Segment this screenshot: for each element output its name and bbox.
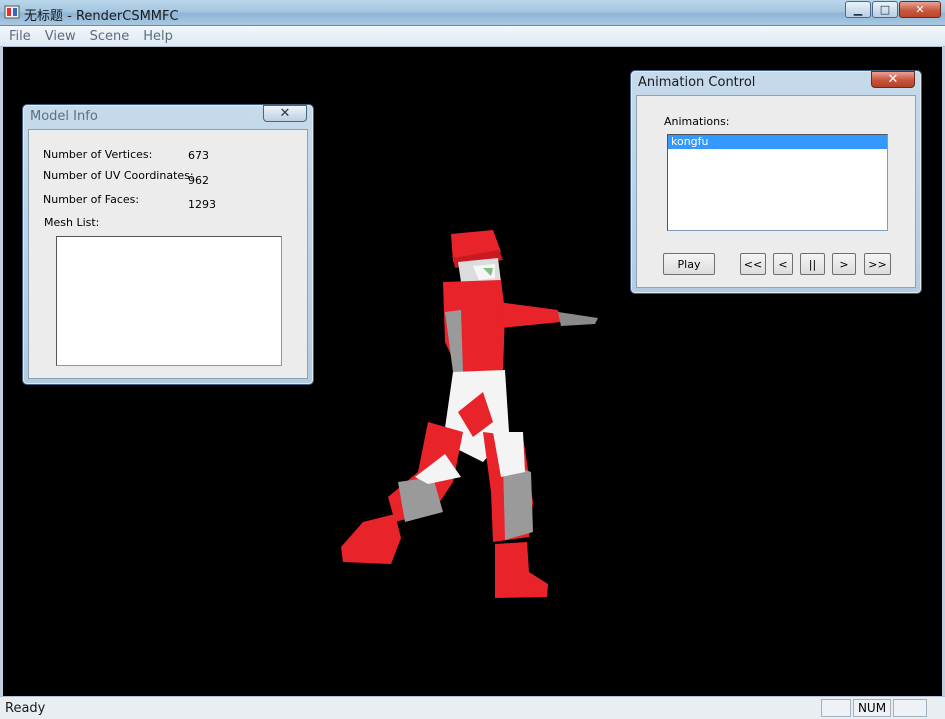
status-bar: Ready NUM xyxy=(0,696,945,719)
menu-scene[interactable]: Scene xyxy=(83,29,137,44)
mesh-list[interactable] xyxy=(56,236,282,366)
menu-view[interactable]: View xyxy=(38,29,83,44)
animation-item-kongfu[interactable]: kongfu xyxy=(668,135,887,149)
model-info-title: Model Info xyxy=(30,109,98,124)
animation-control-close-button[interactable]: ✕ xyxy=(871,71,915,88)
first-frame-button[interactable]: << xyxy=(740,253,766,275)
status-pane-num: NUM xyxy=(853,699,891,717)
uv-coordinates-label: Number of UV Coordinates: xyxy=(43,169,194,182)
faces-value: 1293 xyxy=(188,198,216,211)
status-pane-caps xyxy=(821,699,851,717)
previous-frame-button[interactable]: < xyxy=(773,253,793,275)
play-button[interactable]: Play xyxy=(663,253,715,275)
animations-list[interactable]: kongfu xyxy=(667,134,888,231)
maximize-button[interactable]: □ xyxy=(872,1,898,18)
status-text: Ready xyxy=(5,701,46,716)
mesh-list-label: Mesh List: xyxy=(44,216,100,229)
character-model xyxy=(341,230,598,598)
vertices-label: Number of Vertices: xyxy=(43,148,153,161)
vertices-value: 673 xyxy=(188,149,209,162)
menu-file[interactable]: File xyxy=(2,29,38,44)
window-title: 无标题 - RenderCSMMFC xyxy=(24,9,179,24)
animation-control-title: Animation Control xyxy=(638,75,756,90)
last-frame-button[interactable]: >> xyxy=(864,253,891,275)
animation-control-body: Animations: kongfu Play << < || > >> xyxy=(636,95,916,288)
pause-button[interactable]: || xyxy=(800,253,825,275)
close-button[interactable]: ✕ xyxy=(899,1,941,18)
model-info-close-button[interactable]: ✕ xyxy=(263,105,307,122)
faces-label: Number of Faces: xyxy=(43,193,140,206)
model-info-body: Number of Vertices: 673 Number of UV Coo… xyxy=(28,129,308,379)
next-frame-button[interactable]: > xyxy=(832,253,856,275)
uv-coordinates-value: 962 xyxy=(188,174,209,187)
minimize-button[interactable]: ▁ xyxy=(845,1,871,18)
animations-label: Animations: xyxy=(664,115,730,128)
model-info-dialog: Model Info ✕ Number of Vertices: 673 Num… xyxy=(22,104,314,385)
window-title-bar[interactable]: 无标题 - RenderCSMMFC ▁ □ ✕ xyxy=(0,0,945,26)
animation-control-dialog: Animation Control ✕ Animations: kongfu P… xyxy=(630,70,922,294)
status-pane-scroll xyxy=(893,699,927,717)
menu-help[interactable]: Help xyxy=(136,29,180,44)
menu-bar: File View Scene Help xyxy=(0,26,945,47)
app-icon xyxy=(4,5,20,19)
